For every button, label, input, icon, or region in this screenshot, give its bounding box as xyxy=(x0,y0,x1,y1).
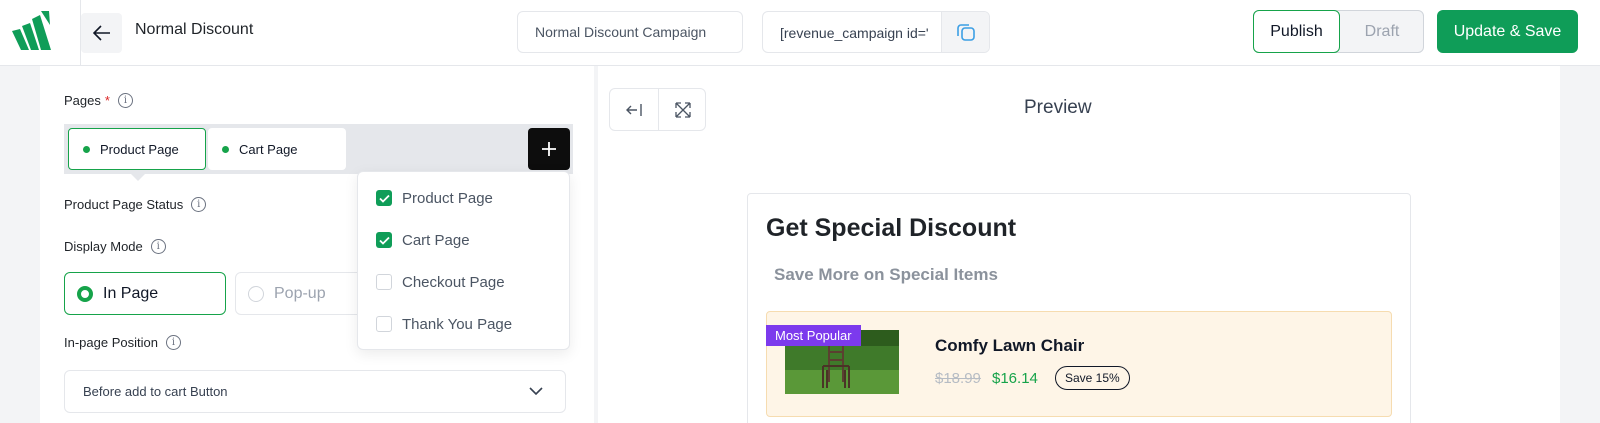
pages-label-text: Pages xyxy=(64,93,101,108)
arrow-left-icon xyxy=(92,25,110,41)
product-page-status-label: Product Page Status i xyxy=(64,197,207,212)
dropdown-item-label: Product Page xyxy=(402,189,493,207)
preview-toolbar xyxy=(609,88,706,131)
page-chip-product-page[interactable]: Product Page xyxy=(68,128,206,170)
display-mode-label: Display Mode i xyxy=(64,239,166,254)
display-mode-label-text: In Page xyxy=(103,284,159,302)
radio-unselected-icon xyxy=(248,285,264,302)
info-icon[interactable]: i xyxy=(165,335,181,350)
checkbox-checked-icon[interactable] xyxy=(376,190,392,206)
publish-button[interactable]: Publish xyxy=(1253,10,1340,53)
product-old-price: $18.99 xyxy=(935,370,981,387)
pages-label: Pages * i xyxy=(64,93,133,108)
dropdown-item-checkout-page[interactable]: Checkout Page xyxy=(376,272,505,292)
display-mode-label-text: Pop-up xyxy=(274,284,326,302)
page-chip-label: Cart Page xyxy=(239,141,298,157)
save-badge: Save 15% xyxy=(1055,366,1130,390)
update-save-button[interactable]: Update & Save xyxy=(1437,10,1578,53)
status-dot-icon xyxy=(83,145,90,153)
product-page-status-text: Product Page Status xyxy=(64,197,184,212)
collapse-left-icon xyxy=(626,103,642,116)
display-mode-popup[interactable]: Pop-up xyxy=(235,272,375,315)
brand-logo-icon xyxy=(12,11,51,50)
pages-selector: Product Page Cart Page xyxy=(64,124,573,174)
product-new-price: $16.14 xyxy=(992,370,1038,387)
dropdown-item-thank-you-page[interactable]: Thank You Page xyxy=(376,314,512,334)
product-offer: Most Popular Comfy Lawn Chair $18.99 $16… xyxy=(766,311,1392,417)
page-chip-cart-page[interactable]: Cart Page xyxy=(208,128,346,170)
add-page-button[interactable] xyxy=(528,128,570,170)
checkbox-unchecked-icon[interactable] xyxy=(376,274,392,290)
dropdown-item-label: Checkout Page xyxy=(402,273,505,291)
copy-icon xyxy=(956,24,975,41)
campaign-name-input[interactable] xyxy=(517,11,743,53)
info-icon[interactable]: i xyxy=(150,239,166,254)
plus-icon xyxy=(542,142,556,156)
shortcode-text: [revenue_campaign id=' xyxy=(780,25,929,41)
back-button[interactable] xyxy=(81,13,122,53)
expand-icon xyxy=(675,101,691,118)
chip-pointer-arrow xyxy=(130,173,146,181)
info-icon[interactable]: i xyxy=(117,93,133,108)
dropdown-item-label: Thank You Page xyxy=(402,315,513,333)
page-title: Normal Discount xyxy=(135,21,254,38)
most-popular-badge: Most Popular xyxy=(766,325,861,346)
dropdown-item-label: Cart Page xyxy=(402,231,470,249)
display-mode-text: Display Mode xyxy=(64,239,143,254)
status-dot-icon xyxy=(222,145,229,153)
page-chip-label: Product Page xyxy=(100,141,179,157)
status-toggle: Publish Draft xyxy=(1253,10,1424,53)
logo[interactable] xyxy=(0,0,81,65)
shortcode-field[interactable]: [revenue_campaign id=' xyxy=(762,11,990,53)
draft-button[interactable]: Draft xyxy=(1340,11,1424,52)
checkbox-checked-icon[interactable] xyxy=(376,232,392,248)
product-name: Comfy Lawn Chair xyxy=(935,336,1085,355)
campaign-subheading: Save More on Special Items xyxy=(774,265,998,284)
pages-dropdown: Product Page Cart Page Checkout Page Tha… xyxy=(357,171,570,350)
collapse-panel-button[interactable] xyxy=(610,89,658,130)
inpage-position-select[interactable]: Before add to cart Button xyxy=(64,370,566,413)
dropdown-item-product-page[interactable]: Product Page xyxy=(376,188,493,208)
copy-shortcode-button[interactable] xyxy=(941,12,989,52)
display-mode-in-page[interactable]: In Page xyxy=(64,272,226,315)
required-mark: * xyxy=(104,93,110,108)
inpage-position-text: In-page Position xyxy=(64,335,158,350)
checkbox-unchecked-icon[interactable] xyxy=(376,316,392,332)
campaign-preview-card: Get Special Discount Save More on Specia… xyxy=(747,193,1411,423)
inpage-position-value: Before add to cart Button xyxy=(83,384,228,399)
preview-panel: Preview Get Special Discount Save More o… xyxy=(598,66,1560,423)
dropdown-item-cart-page[interactable]: Cart Page xyxy=(376,230,470,250)
info-icon[interactable]: i xyxy=(191,197,207,212)
inpage-position-label: In-page Position i xyxy=(64,335,181,350)
fullscreen-button[interactable] xyxy=(659,89,707,130)
chevron-down-icon xyxy=(529,387,543,395)
preview-title: Preview xyxy=(1024,97,1092,118)
campaign-heading: Get Special Discount xyxy=(766,214,1017,242)
top-bar: Normal Discount [revenue_campaign id=' P… xyxy=(0,0,1600,66)
radio-selected-icon xyxy=(77,285,93,302)
